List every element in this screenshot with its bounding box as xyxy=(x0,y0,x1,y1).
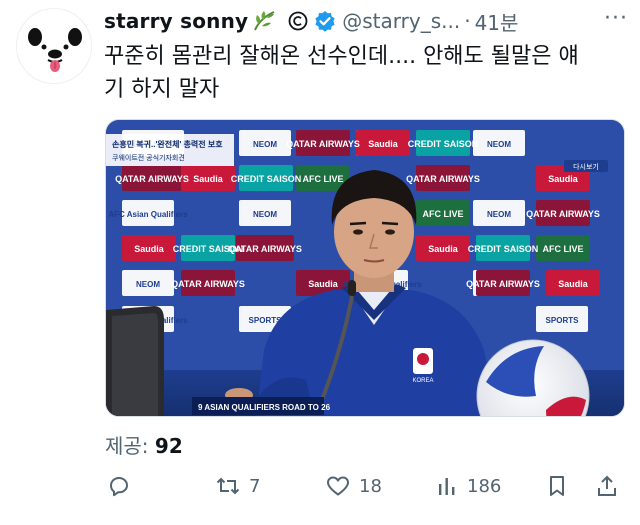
shirt-text: KOREA xyxy=(412,378,433,384)
like-button[interactable]: 18 xyxy=(325,470,382,502)
views-value: 92 xyxy=(154,434,183,458)
sponsor-label: QATAR AIRWAYS xyxy=(526,209,600,219)
share-button[interactable] xyxy=(595,470,619,502)
video-frame: QATAR AIRWAYS QATAR AIRWAYS Saudia Saudi… xyxy=(106,120,624,416)
podium-text: 9 ASIAN QUALIFIERS ROAD TO 26 xyxy=(198,403,331,412)
views-count-line: 제공: 92 xyxy=(105,430,183,459)
bookmark-button[interactable] xyxy=(545,470,569,502)
sponsor-label: Saudia xyxy=(428,244,459,254)
views-label: 제공: xyxy=(105,434,149,458)
sponsor-label: QATAR AIRWAYS xyxy=(171,279,245,289)
user-handle[interactable]: @starry_s... xyxy=(342,9,460,33)
sponsor-label: NEOM xyxy=(253,140,277,149)
sponsor-label: AFC LIVE xyxy=(302,174,343,184)
caption-subline: 쿠웨이트전 공식기자회견 xyxy=(112,153,185,162)
display-name[interactable]: starry sonny xyxy=(104,9,248,33)
sponsor-label: NEOM xyxy=(253,210,277,219)
bookmark-icon xyxy=(550,476,564,496)
reply-icon xyxy=(110,477,128,497)
repost-count: 7 xyxy=(249,475,261,497)
like-count: 18 xyxy=(359,475,382,497)
sponsor-label: Saudia xyxy=(134,244,165,254)
sponsor-label: AFC LIVE xyxy=(542,244,583,254)
replay-badge-text: 다시보기 xyxy=(573,162,599,171)
tweet-header: starry sonny @starry_s... · 41분 ··· xyxy=(104,6,632,36)
broadcast-caption: 손흥민 복귀..'완전체' 총력전 보호 쿠웨이트전 공식기자회견 xyxy=(106,134,234,166)
sponsor-label: SPORTS xyxy=(546,316,580,325)
sponsor-label: NEOM xyxy=(487,210,511,219)
views-button[interactable]: 186 xyxy=(435,470,501,502)
share-icon xyxy=(598,475,616,496)
sponsor-label: QATAR AIRWAYS xyxy=(286,139,360,149)
views-bar-icon xyxy=(439,478,455,495)
tweet-text: 꾸준히 몸관리 잘해온 선수인데.... 안해도 될말은 얘 기 하지 말자 xyxy=(104,40,624,106)
reply-button[interactable] xyxy=(107,470,139,502)
repost-icon xyxy=(216,477,240,495)
view-count: 186 xyxy=(467,475,502,497)
tweet-text-line-2: 기 하지 말자 xyxy=(104,77,220,102)
sponsor-label: CREDIT SAISON xyxy=(468,244,539,254)
repost-button[interactable]: 7 xyxy=(215,470,260,502)
sponsor-label: QATAR AIRWAYS xyxy=(406,174,480,184)
sponsor-label: AFC LIVE xyxy=(422,209,463,219)
avatar-dog-face-image xyxy=(17,9,91,83)
timestamp[interactable]: 41분 xyxy=(475,7,519,36)
sponsor-label: CREDIT SAISON xyxy=(231,174,302,184)
sponsor-label: Saudia xyxy=(368,139,399,149)
tweet-text-line-1: 꾸준히 몸관리 잘해온 선수인데.... 안해도 될말은 얘 xyxy=(104,44,579,69)
tweet-action-bar: 7 18 186 xyxy=(105,470,625,502)
caption-headline: 손흥민 복귀..'완전체' 총력전 보호 xyxy=(112,139,223,149)
sponsor-label: Saudia xyxy=(548,174,579,184)
copyright-icon xyxy=(288,11,308,31)
sponsor-label: QATAR AIRWAYS xyxy=(466,279,540,289)
sponsor-label: CREDIT SAISON xyxy=(173,244,244,254)
broadcaster-badge: 다시보기 xyxy=(564,160,608,172)
sponsor-label: AFC Asian Qualifiers xyxy=(108,210,188,219)
sponsor-label: Saudia xyxy=(193,174,224,184)
separator-dot: · xyxy=(464,9,471,33)
sponsor-label: Saudia xyxy=(308,279,339,289)
avatar[interactable] xyxy=(16,8,92,84)
leaf-emoji-icon xyxy=(252,9,278,33)
heart-icon xyxy=(327,476,349,496)
verified-badge-icon xyxy=(314,10,336,32)
sponsor-label: NEOM xyxy=(487,140,511,149)
sponsor-label: QATAR AIRWAYS xyxy=(115,174,189,184)
sponsor-label: Saudia xyxy=(558,279,589,289)
sponsor-label: NEOM xyxy=(136,280,160,289)
podium-sign: 9 ASIAN QUALIFIERS ROAD TO 26 xyxy=(192,397,331,415)
more-options-button[interactable]: ··· xyxy=(604,6,628,31)
video-player[interactable]: QATAR AIRWAYS QATAR AIRWAYS Saudia Saudi… xyxy=(105,119,625,417)
sponsor-label: CREDIT SAISON xyxy=(408,139,479,149)
